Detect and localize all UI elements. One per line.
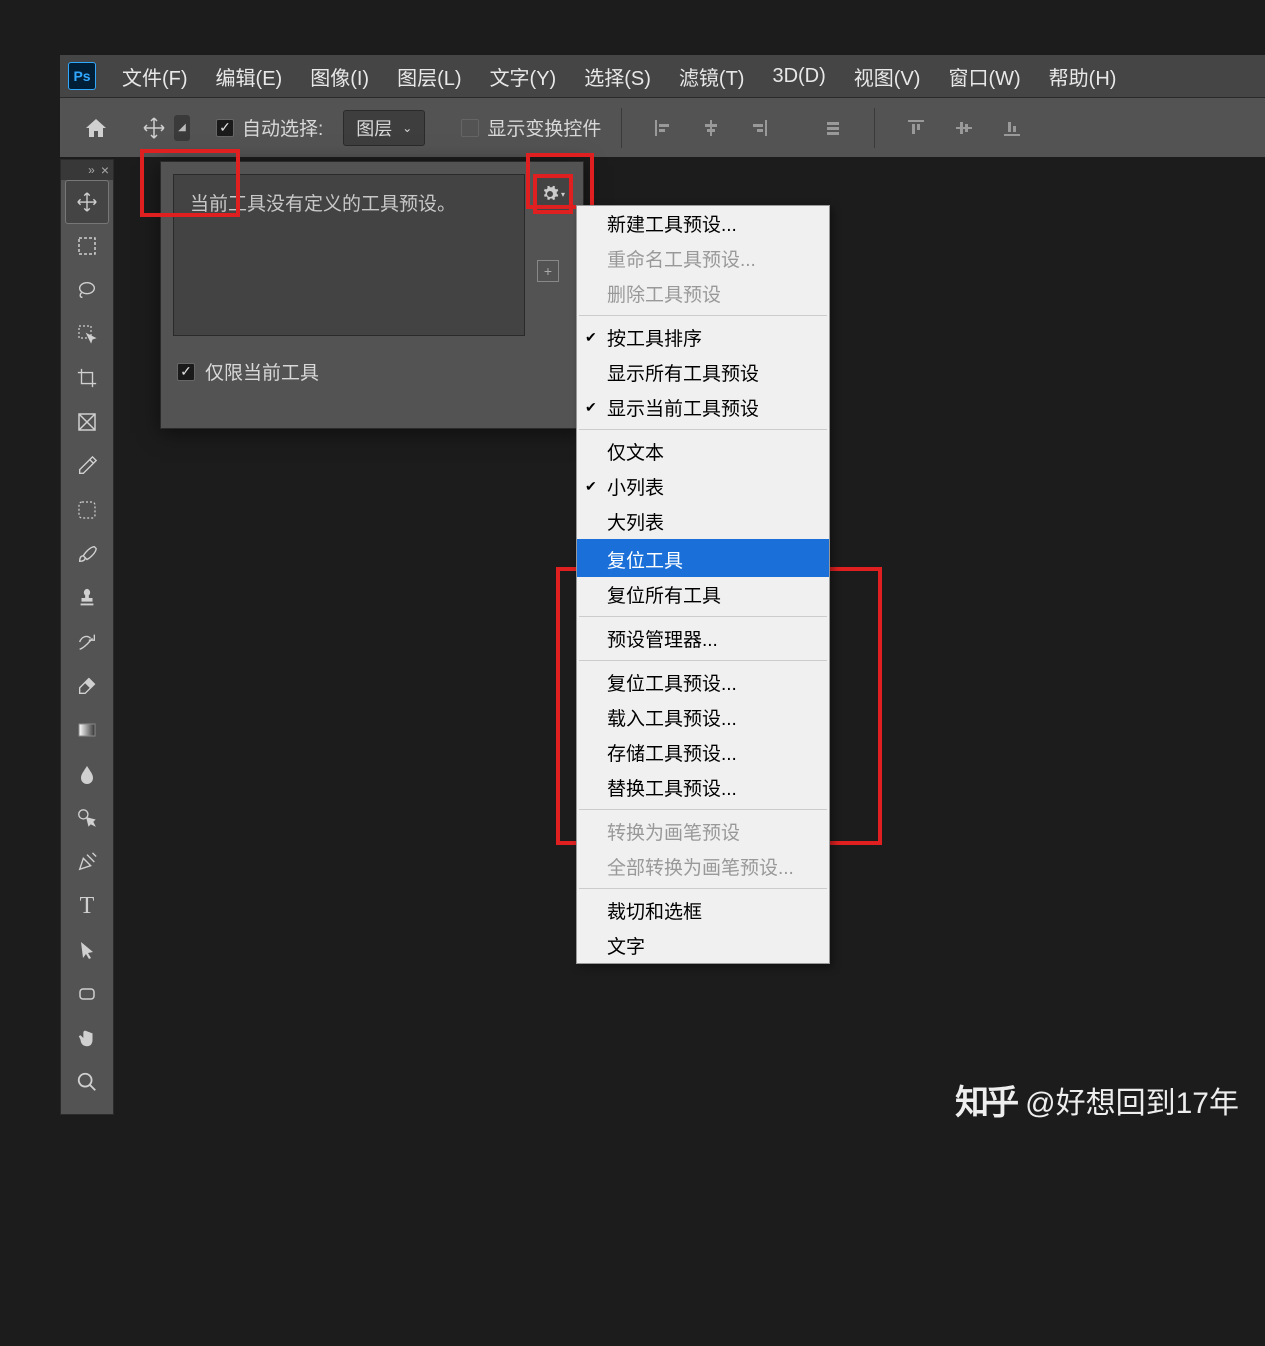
context-menu-item[interactable]: 裁切和选框 [577, 893, 829, 928]
options-bar: ◢ ✓ 自动选择: 图层 ⌄ 显示变换控件 [60, 97, 1265, 157]
marquee-tool[interactable] [65, 224, 109, 268]
context-menu-item[interactable]: 预设管理器... [577, 621, 829, 656]
context-menu-item[interactable]: 替换工具预设... [577, 770, 829, 805]
checkbox-icon [461, 119, 479, 137]
context-menu-item: 转换为画笔预设 [577, 814, 829, 849]
watermark-text: @好想回到17年 [1025, 1078, 1239, 1122]
show-transform-label: 显示变换控件 [487, 114, 601, 141]
brush-tool[interactable] [65, 532, 109, 576]
menu-separator [579, 888, 827, 889]
zoom-tool[interactable] [65, 1060, 109, 1104]
move-tool[interactable] [65, 180, 109, 224]
context-menu-item[interactable]: 显示所有工具预设 [577, 355, 829, 390]
context-menu-item[interactable]: 大列表 [577, 504, 829, 539]
toolbar-header: » × [61, 160, 113, 180]
menu-item[interactable]: 图层(L) [383, 55, 475, 97]
context-menu-item[interactable]: 文字 [577, 928, 829, 963]
move-tool-icon[interactable] [138, 112, 170, 144]
menu-item[interactable]: 帮助(H) [1035, 55, 1131, 97]
align-left-icon[interactable] [650, 115, 676, 141]
context-menu-item[interactable]: 新建工具预设... [577, 206, 829, 241]
context-menu-item[interactable]: 按工具排序 [577, 320, 829, 355]
menu-item[interactable]: 窗口(W) [934, 55, 1034, 97]
context-menu-item[interactable]: 存储工具预设... [577, 735, 829, 770]
crop-tool[interactable] [65, 356, 109, 400]
preset-empty-message: 当前工具没有定义的工具预设。 [190, 194, 456, 215]
blur-tool[interactable] [65, 752, 109, 796]
watermark-logo: 知乎 [955, 1075, 1015, 1124]
dodge-tool[interactable] [65, 796, 109, 840]
context-menu-item[interactable]: 复位工具 [577, 542, 829, 577]
tool-preset-panel: 当前工具没有定义的工具预设。 ▾ + ✓ 仅限当前工具 [160, 161, 584, 429]
path-select-tool[interactable] [65, 928, 109, 972]
menubar: Ps 文件(F)编辑(E)图像(I)图层(L)文字(Y)选择(S)滤镜(T)3D… [60, 55, 1265, 97]
context-menu-item[interactable]: 显示当前工具预设 [577, 390, 829, 425]
add-preset-button[interactable]: + [537, 260, 559, 282]
menu-item[interactable]: 选择(S) [570, 55, 665, 97]
align-vcenter-icon[interactable] [951, 115, 977, 141]
divider [621, 108, 622, 148]
align-right-icon[interactable] [746, 115, 772, 141]
eyedropper-tool[interactable] [65, 444, 109, 488]
menu-item[interactable]: 编辑(E) [202, 55, 297, 97]
quick-select-tool[interactable] [65, 312, 109, 356]
gradient-tool[interactable] [65, 708, 109, 752]
context-menu-item[interactable]: 载入工具预设... [577, 700, 829, 735]
menu-separator [579, 660, 827, 661]
history-brush-tool[interactable] [65, 620, 109, 664]
tool-preset-dropdown[interactable]: ◢ [174, 115, 190, 141]
context-menu-item[interactable]: 仅文本 [577, 434, 829, 469]
menu-item[interactable]: 文件(F) [108, 55, 202, 97]
rectangle-tool[interactable] [65, 972, 109, 1016]
layer-select-value: 图层 [356, 115, 392, 141]
menu-separator [579, 809, 827, 810]
menu-item[interactable]: 滤镜(T) [665, 55, 759, 97]
checkbox-icon: ✓ [216, 119, 234, 137]
layer-select[interactable]: 图层 ⌄ [343, 110, 425, 146]
home-button[interactable] [78, 110, 114, 146]
align-top-icon[interactable] [903, 115, 929, 141]
stamp-tool[interactable] [65, 576, 109, 620]
hand-tool[interactable] [65, 1016, 109, 1060]
preset-list: 当前工具没有定义的工具预设。 [173, 174, 525, 336]
align-hcenter-icon[interactable] [698, 115, 724, 141]
lasso-tool[interactable] [65, 268, 109, 312]
auto-select-checkbox[interactable]: ✓ 自动选择: [216, 114, 323, 141]
app-logo: Ps [68, 62, 96, 90]
align-bottom-icon[interactable] [999, 115, 1025, 141]
menu-item[interactable]: 图像(I) [296, 55, 383, 97]
menu-separator [579, 315, 827, 316]
context-menu-item: 删除工具预设 [577, 276, 829, 311]
frame-tool[interactable] [65, 400, 109, 444]
chevron-down-icon: ⌄ [402, 121, 412, 135]
eraser-tool[interactable] [65, 664, 109, 708]
pen-tool[interactable] [65, 840, 109, 884]
context-menu-item[interactable]: 复位所有工具 [577, 577, 829, 612]
collapse-icon[interactable]: » [88, 163, 95, 177]
watermark: 知乎 @好想回到17年 [955, 1075, 1239, 1124]
menu-separator [579, 616, 827, 617]
menu-item[interactable]: 视图(V) [840, 55, 935, 97]
context-menu-item[interactable]: 小列表 [577, 469, 829, 504]
gear-button[interactable]: ▾ [533, 174, 573, 214]
checkbox-icon[interactable]: ✓ [177, 363, 195, 381]
toolbar: » × T [60, 159, 114, 1115]
only-current-label: 仅限当前工具 [205, 358, 319, 385]
auto-select-label: 自动选择: [242, 114, 323, 141]
context-menu: 新建工具预设...重命名工具预设...删除工具预设按工具排序显示所有工具预设显示… [576, 205, 830, 964]
chevron-down-icon: ▾ [561, 190, 565, 199]
show-transform-checkbox[interactable]: 显示变换控件 [461, 114, 601, 141]
menu-item[interactable]: 3D(D) [758, 55, 839, 97]
align-stacked-icon[interactable] [820, 115, 846, 141]
menu-item[interactable]: 文字(Y) [476, 55, 571, 97]
menu-separator [579, 429, 827, 430]
close-icon[interactable]: × [101, 162, 109, 178]
context-menu-item: 重命名工具预设... [577, 241, 829, 276]
context-menu-item: 全部转换为画笔预设... [577, 849, 829, 884]
divider [874, 108, 875, 148]
healing-tool[interactable] [65, 488, 109, 532]
context-menu-item[interactable]: 复位工具预设... [577, 665, 829, 700]
type-tool[interactable]: T [65, 884, 109, 928]
